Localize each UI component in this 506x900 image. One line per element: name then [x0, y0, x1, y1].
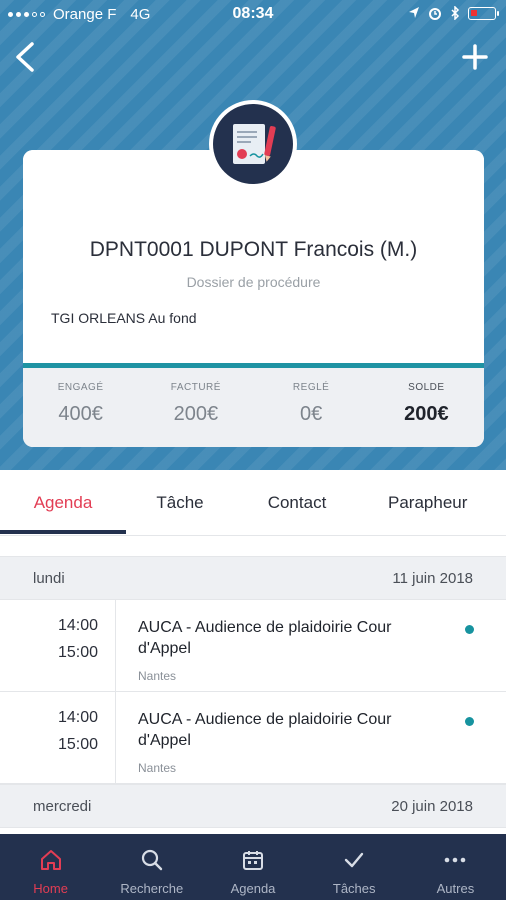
nav-agenda[interactable]: Agenda — [202, 834, 303, 900]
nav-label: Recherche — [120, 881, 184, 896]
search-icon — [141, 849, 162, 871]
tab-agenda[interactable]: Agenda — [0, 470, 126, 536]
event-end: 15:00 — [57, 644, 98, 661]
stat-label: FACTURÉ — [170, 382, 221, 393]
event-title: AUCA - Audience de plaidoirie Cour d'App… — [138, 619, 392, 657]
back-button[interactable] — [12, 40, 42, 74]
nav-label: Home — [33, 881, 68, 896]
dossier-court: TGI ORLEANS Au fond — [51, 310, 197, 326]
event-location: Nantes — [138, 761, 177, 775]
stat-label: ENGAGÉ — [57, 382, 104, 393]
stat-facture: FACTURÉ 200€ — [138, 368, 253, 447]
event-times: 14:00 15:00 — [0, 600, 116, 692]
dossier-avatar — [209, 100, 297, 188]
stat-label: SOLDE — [408, 382, 445, 393]
financial-summary: ENGAGÉ 400€ FACTURÉ 200€ REGLÉ 0€ SOLDE … — [23, 368, 484, 447]
stat-value: 0€ — [300, 403, 323, 425]
chevron-left-icon — [16, 42, 34, 72]
stat-value: 200€ — [173, 403, 219, 425]
day-header: mercredi 20 juin 2018 — [0, 784, 506, 828]
event-status-dot — [465, 625, 474, 634]
day-date: 11 juin 2018 — [392, 570, 473, 587]
stat-engage: ENGAGÉ 400€ — [23, 368, 138, 447]
event-end: 15:00 — [57, 736, 98, 753]
nav-taches[interactable]: Tâches — [304, 834, 405, 900]
stat-value: 400€ — [58, 403, 103, 425]
event-location: Nantes — [138, 669, 177, 683]
dossier-type: Dossier de procédure — [186, 274, 321, 290]
tab-tache[interactable]: Tâche — [126, 470, 234, 536]
agenda-list[interactable]: lundi 11 juin 2018 14:00 15:00 AUCA - Au… — [0, 556, 506, 834]
stat-regle: REGLÉ 0€ — [254, 368, 369, 447]
home-icon — [40, 850, 61, 870]
event-title: AUCA - Audience de plaidoirie Cour d'App… — [138, 711, 392, 749]
event-start: 14:00 — [57, 709, 98, 726]
day-name: lundi — [33, 570, 65, 587]
event-status-dot — [465, 717, 474, 726]
stat-label: REGLÉ — [292, 382, 330, 393]
calendar-icon — [243, 851, 263, 870]
battery-icon — [468, 6, 499, 20]
nav-label: Autres — [436, 881, 475, 896]
active-tab-indicator — [0, 530, 126, 534]
agenda-event[interactable]: 14:00 15:00 AUCA - Audience de plaidoiri… — [0, 600, 506, 692]
dossier-card[interactable]: DPNT0001 DUPONT Francois (M.) Dossier de… — [23, 150, 484, 447]
day-date: 20 juin 2018 — [391, 798, 473, 815]
nav-label: Agenda — [230, 881, 276, 896]
tab-contact[interactable]: Contact — [234, 470, 360, 536]
dossier-title: DPNT0001 DUPONT Francois (M.) — [89, 238, 418, 261]
nav-autres[interactable]: Autres — [405, 834, 506, 900]
day-name: mercredi — [33, 798, 92, 815]
tab-bar: Agenda Tâche Contact Parapheur — [0, 470, 506, 536]
alarm-icon — [429, 8, 441, 20]
nav-label: Tâches — [332, 881, 376, 896]
event-start: 14:00 — [57, 617, 98, 634]
day-header: lundi 11 juin 2018 — [0, 556, 506, 600]
nav-recherche[interactable]: Recherche — [101, 834, 202, 900]
tab-parapheur[interactable]: Parapheur — [360, 470, 506, 536]
more-icon — [445, 857, 466, 863]
event-times: 14:00 15:00 — [0, 692, 116, 784]
agenda-event[interactable]: 14:00 15:00 AUCA - Audience de plaidoiri… — [0, 692, 506, 784]
bottom-navigation: Home Recherche Agenda Tâches Autres — [0, 834, 506, 900]
check-icon — [345, 852, 364, 868]
dossier-header: Orange F 4G 08:34 DPNT0001 DUPONT Franco… — [0, 0, 506, 470]
plus-icon — [462, 44, 488, 70]
stat-value: 200€ — [404, 403, 449, 425]
location-icon — [409, 7, 419, 18]
nav-home[interactable]: Home — [0, 834, 101, 900]
stat-solde: SOLDE 200€ — [369, 368, 484, 447]
document-signature-icon — [233, 124, 276, 164]
status-bar: Orange F 4G 08:34 — [0, 0, 506, 30]
add-button[interactable] — [460, 40, 490, 74]
bluetooth-icon — [451, 6, 460, 20]
